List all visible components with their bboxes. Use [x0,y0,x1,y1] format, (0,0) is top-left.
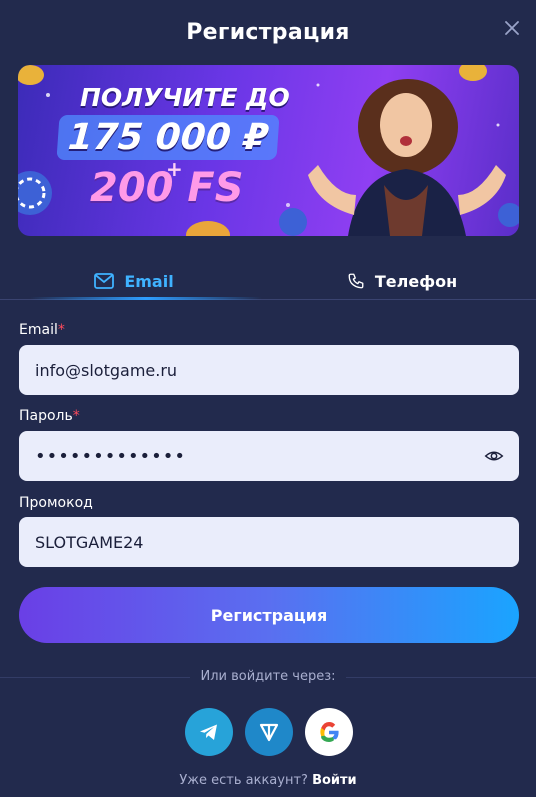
modal-title: Регистрация [186,20,350,45]
tab-phone-label: Телефон [374,271,458,291]
auth-tabs: Email Телефон [0,262,536,302]
banner-amount: 175 000 ₽ [56,115,280,160]
email-label: Email* [19,322,65,338]
login-question: Уже есть аккаунт? [179,773,308,788]
promo-field[interactable] [19,517,519,567]
tab-phone[interactable]: Телефон [268,262,536,300]
eye-icon[interactable] [484,446,504,466]
register-button[interactable]: Регистрация [19,587,519,643]
tab-email[interactable]: Email [0,262,268,300]
password-label-text: Пароль [19,408,73,424]
promo-banner: ПОЛУЧИТЕ ДО 175 000 ₽ + 200 FS [18,65,519,236]
login-prompt: Уже есть аккаунт? Войти [0,773,536,788]
login-link[interactable]: Войти [312,773,357,788]
banner-freespins: 200 FS [90,165,244,211]
email-field[interactable] [19,345,519,395]
or-login-with: Или войдите через: [0,669,536,684]
ton-login-button[interactable] [245,708,293,756]
or-login-with-text: Или войдите через: [190,669,346,684]
google-login-button[interactable] [305,708,353,756]
required-mark: * [72,408,80,424]
google-icon [320,722,339,742]
password-field[interactable]: ••••••••••••• [19,431,519,481]
telegram-icon [200,724,217,740]
tab-email-label: Email [124,271,174,291]
banner-headline: ПОЛУЧИТЕ ДО [80,83,290,112]
phone-icon [347,272,365,290]
active-tab-indicator [30,297,262,300]
close-icon[interactable] [500,16,524,40]
email-label-text: Email [19,322,58,338]
ton-icon [259,723,279,742]
required-mark: * [57,322,65,338]
mail-icon [94,273,115,289]
password-value: ••••••••••••• [35,445,187,467]
telegram-login-button[interactable] [185,708,233,756]
password-label: Пароль* [19,408,80,424]
promo-label: Промокод [19,495,93,511]
